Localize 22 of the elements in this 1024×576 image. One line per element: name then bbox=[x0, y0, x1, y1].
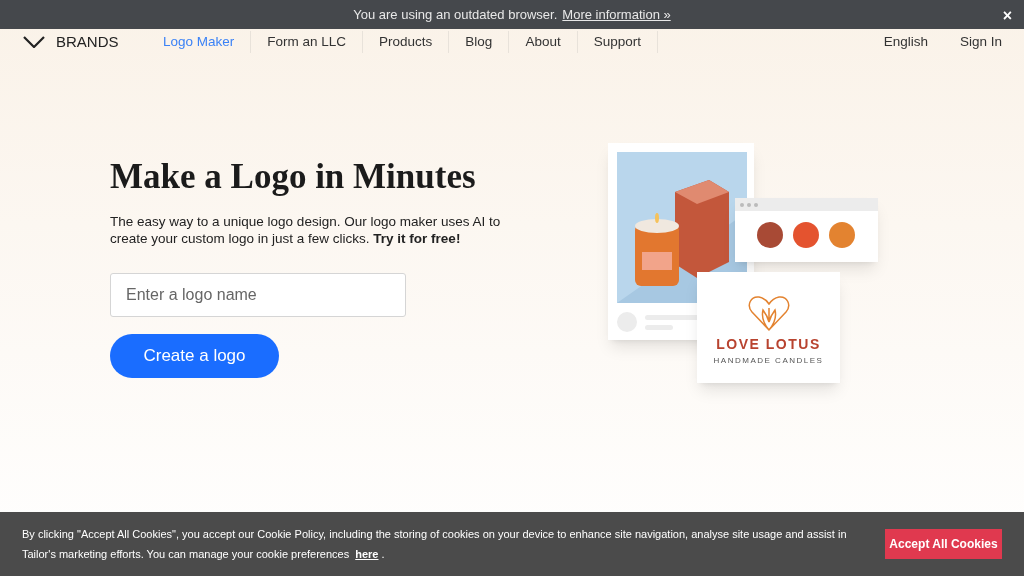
heart-lotus-icon bbox=[746, 294, 791, 332]
banner-message: You are using an outdated browser. bbox=[353, 5, 558, 24]
nav-link[interactable]: Form an LLC bbox=[251, 31, 364, 53]
hero-description: The easy way to a unique logo design. Our logo maker uses AI to create your custom logo in just a few clicks. Try it for free! bbox=[110, 213, 502, 247]
logo-name: LOVE LOTUS bbox=[716, 335, 821, 354]
create-logo-button[interactable]: Create a logo bbox=[110, 334, 279, 378]
hero-title: Make a Logo in Minutes bbox=[110, 156, 477, 198]
nav-link[interactable]: Support bbox=[577, 31, 658, 53]
nav-link[interactable]: Products bbox=[363, 31, 450, 53]
cookie-notice: By clicking "Accept All Cookies", you accept our Cookie Policy, including the storing of cookies on your device to enhance site navigation, analyse site usage and assist in Tailor's marketing efforts. You can manage your cookie preferences here . bbox=[22, 527, 848, 562]
logo-name-input[interactable]: Enter a logo name bbox=[110, 273, 406, 317]
accept-cookies-button[interactable]: Accept All Cookies bbox=[885, 529, 1002, 559]
more-information-link[interactable]: More information » bbox=[562, 4, 671, 25]
close-button[interactable]: × bbox=[1002, 4, 1012, 28]
cookie-preferences-link[interactable]: here bbox=[355, 548, 379, 560]
text-placeholder-line bbox=[645, 315, 700, 320]
nav-link[interactable]: About bbox=[509, 31, 578, 53]
brand-name: BRANDS bbox=[56, 31, 119, 52]
nav-link[interactable]: Sign In bbox=[959, 31, 1002, 53]
nav-link[interactable]: English bbox=[883, 31, 928, 53]
logo-tagline: HANDMADE CANDLES bbox=[713, 355, 824, 367]
nav-link[interactable]: Blog bbox=[449, 31, 510, 53]
